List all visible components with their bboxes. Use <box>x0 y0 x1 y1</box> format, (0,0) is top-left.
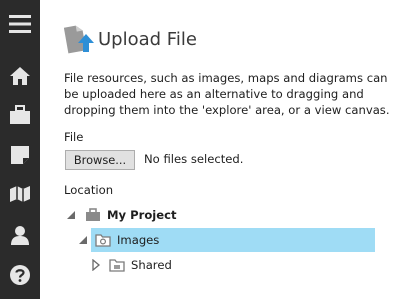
location-label: Location <box>64 183 114 197</box>
upload-panel: Upload File File resources, such as imag… <box>40 0 394 299</box>
tree-label-project: My Project <box>107 208 177 222</box>
map-button[interactable] <box>0 178 40 210</box>
shared-folder-icon <box>109 259 125 272</box>
sidebar <box>0 0 40 299</box>
expanded-caret-icon[interactable] <box>65 209 77 221</box>
upload-file-icon <box>64 25 94 54</box>
tree-node-project[interactable]: My Project <box>65 204 177 226</box>
tree-label-images: Images <box>117 233 160 247</box>
page-title: Upload File <box>98 28 197 50</box>
help-button[interactable] <box>0 259 40 291</box>
dialog-header: Upload File <box>64 22 197 56</box>
note-icon <box>11 146 29 164</box>
menu-button[interactable] <box>0 8 40 40</box>
project-briefcase-icon <box>86 208 100 221</box>
image-folder-icon <box>95 234 111 247</box>
tree-node-images[interactable]: Images <box>77 229 159 251</box>
description-text: File resources, such as images, maps and… <box>64 71 390 117</box>
user-button[interactable] <box>0 219 40 251</box>
tree-label-shared: Shared <box>131 258 172 272</box>
briefcase-button[interactable] <box>0 99 40 131</box>
home-icon <box>10 67 30 85</box>
file-status: No files selected. <box>144 152 244 166</box>
tree-node-shared[interactable]: Shared <box>91 254 172 276</box>
browse-button[interactable]: Browse... <box>65 150 135 170</box>
expanded-caret-icon[interactable] <box>77 234 89 246</box>
help-icon <box>10 265 30 285</box>
briefcase-icon <box>10 105 30 124</box>
map-icon <box>10 186 30 202</box>
user-icon <box>11 226 29 245</box>
collapsed-caret-icon[interactable] <box>91 259 101 271</box>
note-button[interactable] <box>0 139 40 171</box>
menu-icon <box>9 15 31 33</box>
home-button[interactable] <box>0 60 40 92</box>
file-label: File <box>64 130 84 144</box>
